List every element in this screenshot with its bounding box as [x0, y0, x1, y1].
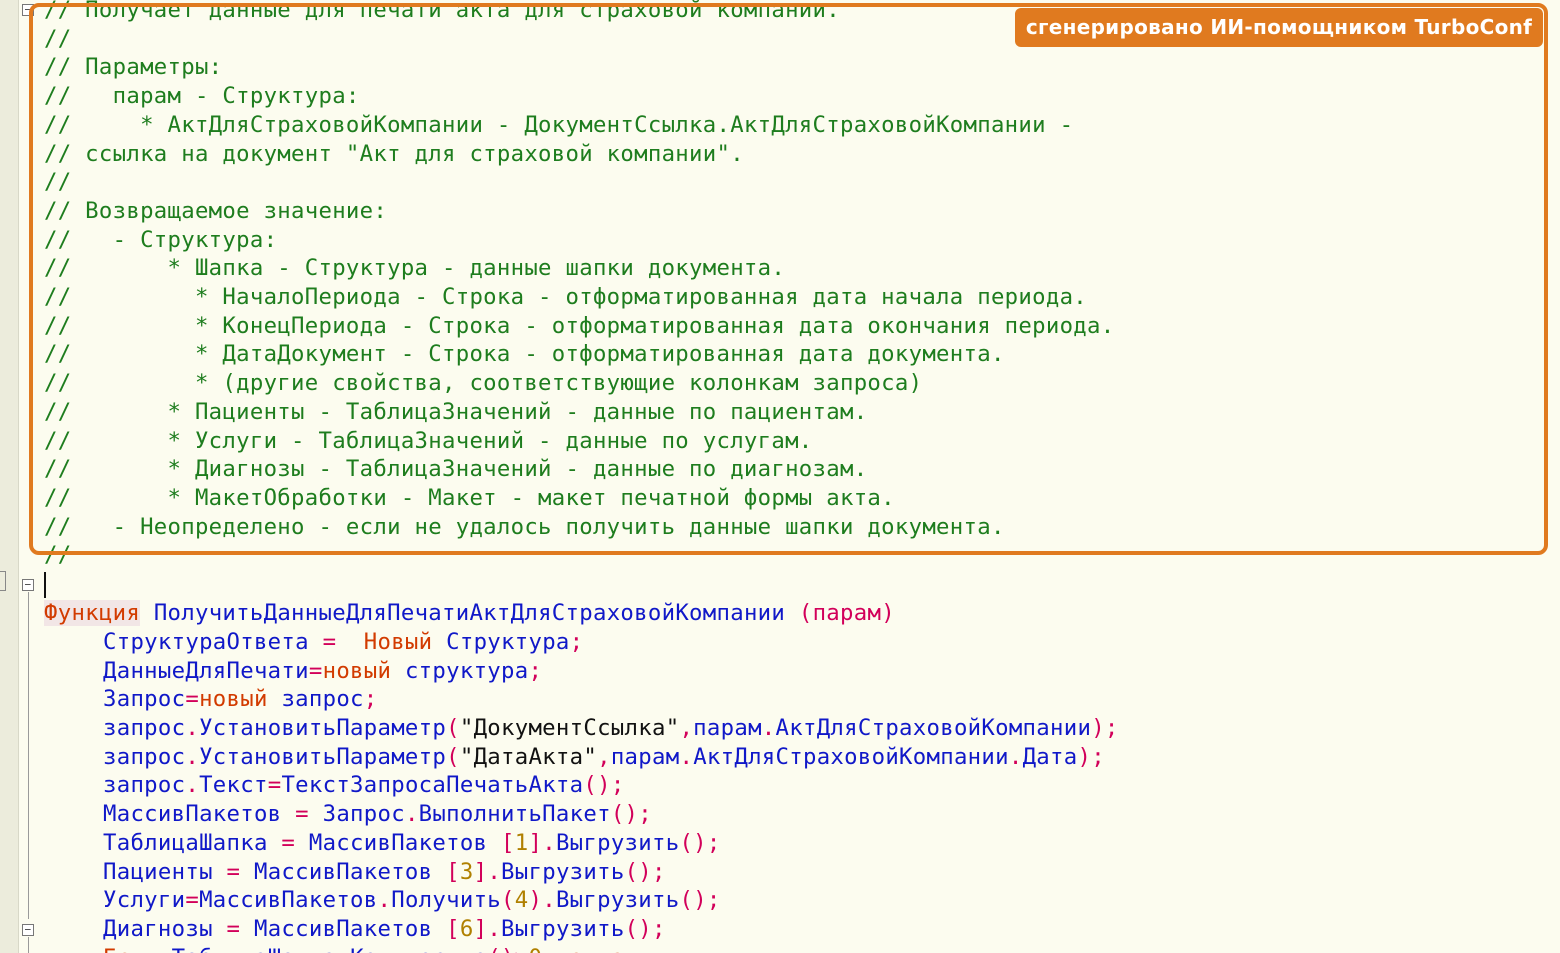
comment-line: // ссылка на документ "Акт для страховой…: [44, 140, 744, 167]
comment-line: // - Неопределено - если не удалось полу…: [44, 513, 1005, 540]
fold-toggle-function[interactable]: −: [22, 579, 34, 591]
comment-line: // * Услуги - ТаблицаЗначений - данные п…: [44, 427, 813, 454]
comment-line: // Параметры:: [44, 54, 223, 81]
comment-line: // - Структура:: [44, 226, 278, 253]
code-line: запрос.УстановитьПараметр("ДокументСсылк…: [103, 715, 1119, 741]
code-line: ДанныеДляПечати=новый структура;: [103, 657, 543, 684]
comment-line: // * Пациенты - ТаблицаЗначений - данные…: [44, 398, 868, 425]
bookmark-marker: [0, 571, 6, 591]
code-line: Запрос=новый запрос;: [103, 686, 378, 713]
fold-toggle-comment[interactable]: −: [22, 4, 34, 16]
code-line: Если ТаблицаШапка.Количество()>0 тогда: [103, 915, 625, 953]
ai-generated-badge: сгенерировано ИИ-помощником TurboConf: [1015, 8, 1543, 47]
comment-line: // Получает данные для печати акта для с…: [44, 0, 840, 23]
function-declaration-line: Функция ПолучитьДанныеДляПечатиАктДляСтр…: [44, 571, 895, 627]
code-line: Услуги=МассивПакетов.Получить(4).Выгрузи…: [103, 887, 721, 914]
code-line: запрос.УстановитьПараметр("ДатаАкта",пар…: [103, 743, 1105, 770]
code-line: запрос.Текст=ТекстЗапросаПечатьАкта();: [103, 772, 625, 799]
comment-line: //: [44, 25, 72, 52]
comment-line: // * КонецПериода - Строка - отформатиро…: [44, 312, 1115, 339]
code-line: СтруктураОтвета = Новый Структура;: [103, 628, 584, 655]
comment-line: // * Диагнозы - ТаблицаЗначений - данные…: [44, 456, 868, 483]
text-caret: [44, 572, 46, 598]
fold-toggle-if[interactable]: −: [22, 924, 34, 936]
editor-gutter: [0, 0, 19, 953]
comment-line: //: [44, 169, 72, 196]
comment-line: // парам - Структура:: [44, 83, 360, 110]
comment-line: // * Шапка - Структура - данные шапки до…: [44, 255, 786, 282]
code-line: МассивПакетов = Запрос.ВыполнитьПакет();: [103, 801, 652, 828]
function-params: (парам): [798, 600, 895, 627]
code-editor[interactable]: − − − // Получает данные для печати акта…: [0, 0, 1560, 953]
comment-line: // * НачалоПериода - Строка - отформатир…: [44, 284, 1088, 310]
code-line: Пациенты = МассивПакетов [3].Выгрузить()…: [103, 858, 666, 885]
comment-line: // * ДатаДокумент - Строка - отформатиро…: [44, 341, 1005, 368]
comment-line: // * (другие свойства, соответствующие к…: [44, 370, 923, 397]
code-line: Диагнозы = МассивПакетов [6].Выгрузить()…: [103, 915, 666, 942]
comment-line: //: [44, 542, 72, 569]
comment-line: // * МакетОбработки - Макет - макет печа…: [44, 484, 895, 511]
fold-guide-if: [28, 937, 29, 953]
comment-line: // * АктДляСтраховойКомпании - ДокументС…: [44, 111, 1074, 138]
code-line: ТаблицаШапка = МассивПакетов [1].Выгрузи…: [103, 829, 721, 856]
comment-line: // Возвращаемое значение:: [44, 197, 388, 224]
fold-guide-function: [28, 592, 29, 919]
